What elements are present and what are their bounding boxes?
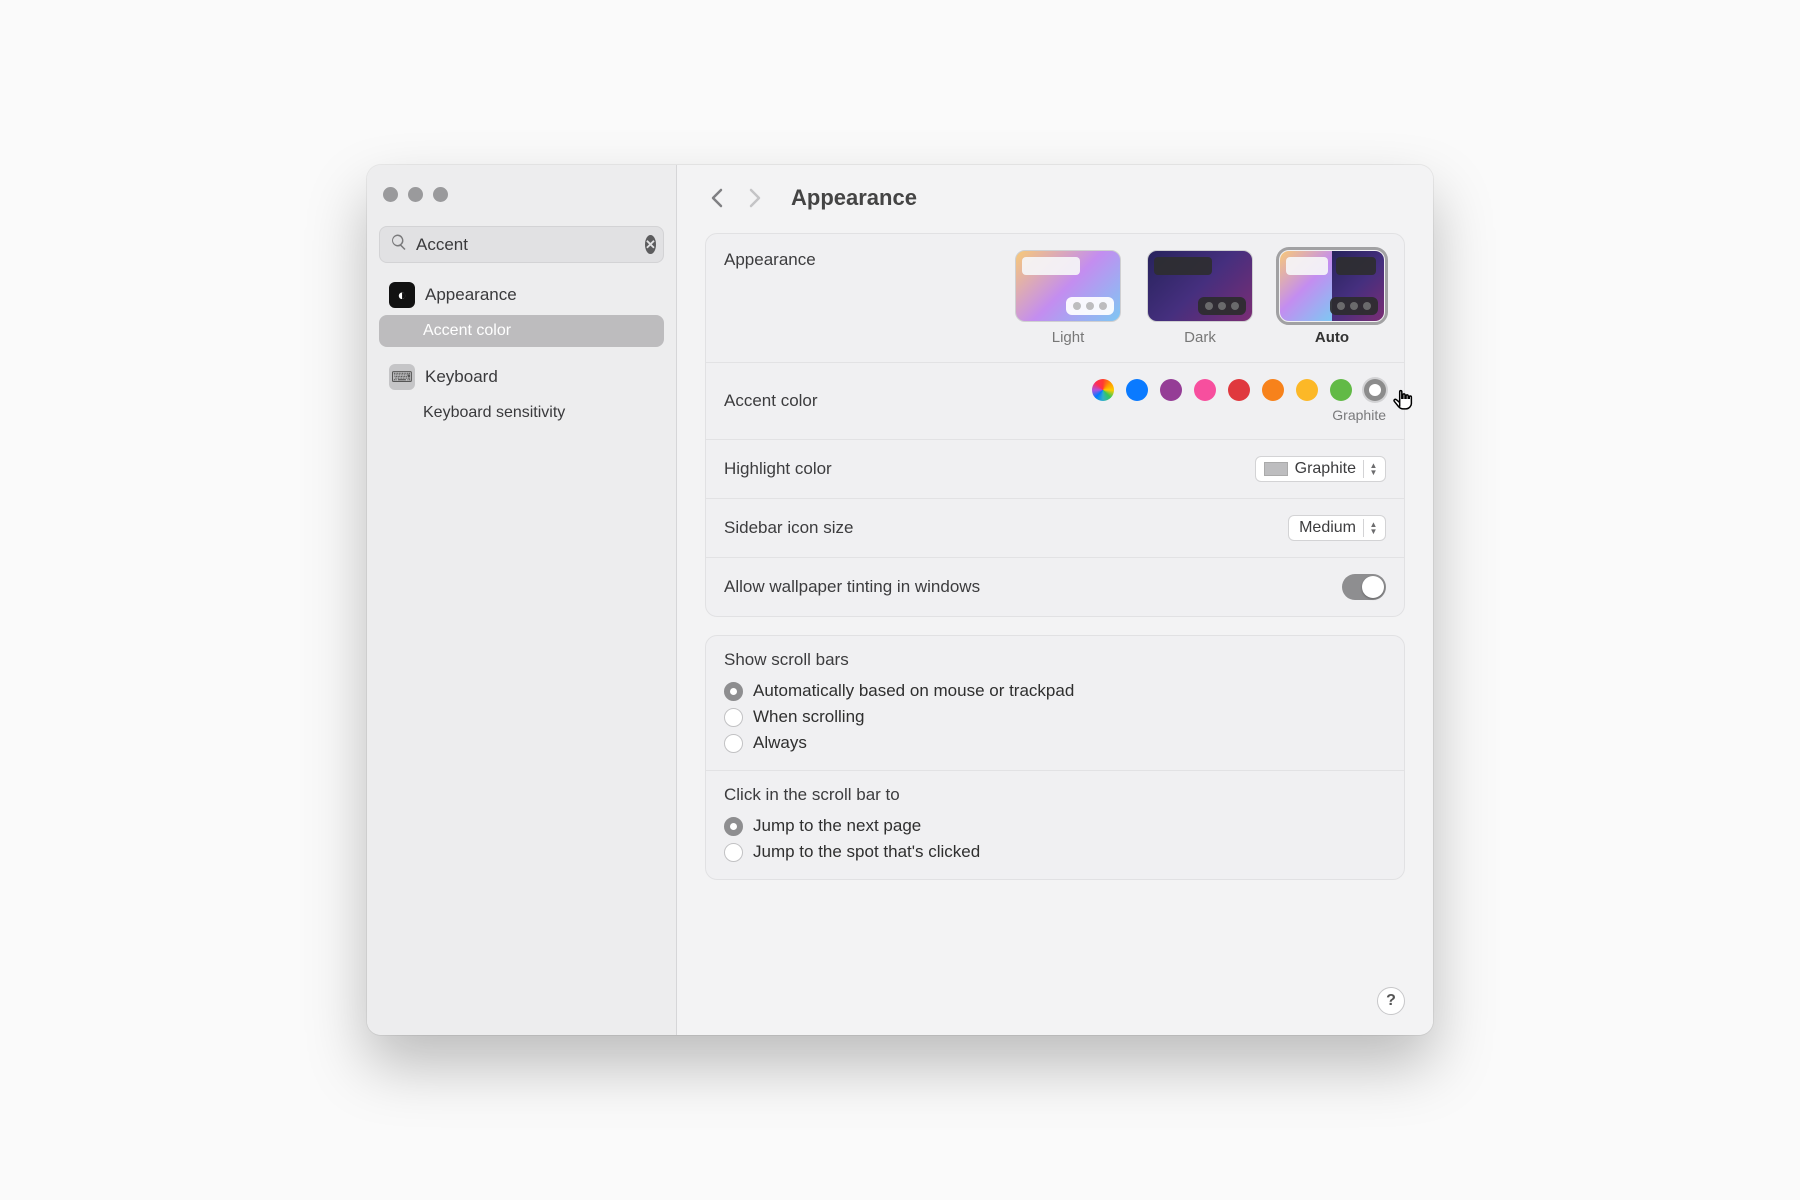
theme-thumb-dark — [1147, 250, 1253, 322]
appearance-panel: Appearance Light — [705, 233, 1405, 617]
sidebar-icon-size-label: Sidebar icon size — [724, 518, 853, 538]
search-field[interactable]: ✕ — [379, 226, 664, 263]
scroll-bars-group: Show scroll bars Automatically based on … — [706, 636, 1404, 771]
accent-swatch-green[interactable] — [1330, 379, 1352, 401]
sidebar-icon-size-select[interactable]: Medium ▲▼ — [1288, 515, 1386, 541]
close-window-button[interactable] — [383, 187, 398, 202]
back-button[interactable] — [705, 187, 727, 209]
highlight-color-select[interactable]: Graphite ▲▼ — [1255, 456, 1386, 482]
minimize-window-button[interactable] — [408, 187, 423, 202]
theme-caption: Auto — [1315, 329, 1349, 346]
sidebar-item-keyboard[interactable]: ⌨ Keyboard — [379, 357, 664, 397]
help-button[interactable]: ? — [1377, 987, 1405, 1015]
sidebar-results: ◐ Appearance Accent color ⌨ Keyboard Key… — [379, 275, 664, 429]
sidebar-icon-size-value: Medium — [1299, 519, 1356, 537]
clear-search-button[interactable]: ✕ — [645, 235, 656, 254]
zoom-window-button[interactable] — [433, 187, 448, 202]
appearance-row: Appearance Light — [706, 234, 1404, 363]
theme-option-dark[interactable]: Dark — [1146, 250, 1254, 346]
scroll-click-option-label: Jump to the spot that's clicked — [753, 842, 980, 862]
sidebar: ✕ ◐ Appearance Accent color ⌨ Keyboard K… — [367, 165, 677, 1035]
scroll-bars-option-2[interactable]: Always — [724, 730, 1386, 756]
select-stepper-icon: ▲▼ — [1363, 460, 1379, 478]
scroll-panel: Show scroll bars Automatically based on … — [705, 635, 1405, 880]
theme-options: Light Dark — [1014, 250, 1386, 346]
theme-option-light[interactable]: Light — [1014, 250, 1122, 346]
highlight-color-value: Graphite — [1295, 460, 1356, 478]
cursor-icon — [1388, 377, 1422, 411]
sidebar-icon-size-row: Sidebar icon size Medium ▲▼ — [706, 499, 1404, 558]
theme-thumb-light — [1015, 250, 1121, 322]
highlight-swatch — [1264, 462, 1288, 476]
scroll-click-option-label: Jump to the next page — [753, 816, 921, 836]
scroll-click-title: Click in the scroll bar to — [724, 785, 1386, 805]
search-input[interactable] — [416, 235, 637, 255]
page-title: Appearance — [791, 185, 917, 211]
forward-button[interactable] — [745, 187, 767, 209]
wallpaper-tinting-toggle[interactable] — [1342, 574, 1386, 600]
scroll-bars-option-label: When scrolling — [753, 707, 865, 727]
sidebar-item-label: Accent color — [423, 322, 511, 340]
appearance-label: Appearance — [724, 250, 816, 270]
theme-caption: Light — [1052, 329, 1085, 346]
appearance-icon: ◐ — [389, 282, 415, 308]
search-icon — [390, 233, 408, 256]
accent-swatch-multicolor[interactable] — [1092, 379, 1114, 401]
accent-color-options — [1092, 379, 1386, 401]
header: Appearance — [677, 165, 1433, 217]
select-stepper-icon: ▲▼ — [1363, 519, 1379, 537]
scroll-click-option-0[interactable]: Jump to the next page — [724, 813, 1386, 839]
accent-swatch-graphite[interactable] — [1364, 379, 1386, 401]
sidebar-item-label: Appearance — [425, 285, 517, 305]
wallpaper-tinting-row: Allow wallpaper tinting in windows — [706, 558, 1404, 616]
scroll-click-option-1[interactable]: Jump to the spot that's clicked — [724, 839, 1386, 865]
scroll-bars-option-label: Automatically based on mouse or trackpad — [753, 681, 1074, 701]
highlight-color-label: Highlight color — [724, 459, 832, 479]
accent-color-label: Accent color — [724, 391, 818, 411]
content-area: Appearance Light — [677, 217, 1433, 1035]
theme-option-auto[interactable]: Auto — [1278, 250, 1386, 346]
window-controls — [379, 179, 664, 226]
radio-icon — [724, 734, 743, 753]
main-pane: Appearance Appearance Light — [677, 165, 1433, 1035]
scroll-bars-option-1[interactable]: When scrolling — [724, 704, 1386, 730]
scroll-bars-option-0[interactable]: Automatically based on mouse or trackpad — [724, 678, 1386, 704]
system-settings-window: ✕ ◐ Appearance Accent color ⌨ Keyboard K… — [367, 165, 1433, 1035]
accent-swatch-orange[interactable] — [1262, 379, 1284, 401]
accent-swatch-pink[interactable] — [1194, 379, 1216, 401]
sidebar-subitem-keyboard-sensitivity[interactable]: Keyboard sensitivity — [379, 397, 664, 429]
wallpaper-tinting-label: Allow wallpaper tinting in windows — [724, 577, 980, 597]
scroll-click-group: Click in the scroll bar to Jump to the n… — [706, 771, 1404, 879]
accent-swatch-purple[interactable] — [1160, 379, 1182, 401]
accent-color-row: Accent color Graphite — [706, 363, 1404, 440]
keyboard-icon: ⌨ — [389, 364, 415, 390]
sidebar-subitem-accent-color[interactable]: Accent color — [379, 315, 664, 347]
radio-icon — [724, 682, 743, 701]
highlight-color-row: Highlight color Graphite ▲▼ — [706, 440, 1404, 499]
sidebar-item-label: Keyboard — [425, 367, 498, 387]
accent-swatch-blue[interactable] — [1126, 379, 1148, 401]
radio-icon — [724, 708, 743, 727]
radio-icon — [724, 817, 743, 836]
scroll-bars-option-label: Always — [753, 733, 807, 753]
theme-caption: Dark — [1184, 329, 1216, 346]
radio-icon — [724, 843, 743, 862]
accent-swatch-red[interactable] — [1228, 379, 1250, 401]
scroll-bars-title: Show scroll bars — [724, 650, 1386, 670]
sidebar-item-label: Keyboard sensitivity — [423, 404, 565, 422]
theme-thumb-auto — [1279, 250, 1385, 322]
accent-selected-label: Graphite — [1332, 407, 1386, 423]
accent-swatch-yellow[interactable] — [1296, 379, 1318, 401]
sidebar-item-appearance[interactable]: ◐ Appearance — [379, 275, 664, 315]
